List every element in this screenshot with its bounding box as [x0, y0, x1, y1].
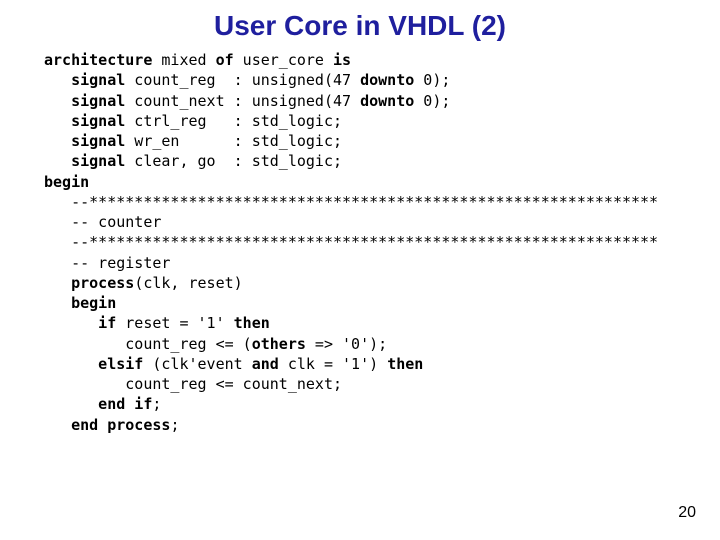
code-text: (clk'event [143, 355, 251, 373]
kw-signal: signal [44, 152, 125, 170]
code-text: ; [152, 395, 161, 413]
code-text: user_core [234, 51, 333, 69]
code-text: clear, go : std_logic; [125, 152, 342, 170]
code-text: count_next : unsigned(47 [125, 92, 360, 110]
kw-of: of [216, 51, 234, 69]
vhdl-code-block: architecture mixed of user_core is signa… [0, 50, 720, 435]
kw-then: then [387, 355, 423, 373]
kw-then: then [234, 314, 270, 332]
slide-title: User Core in VHDL (2) [0, 0, 720, 50]
code-text: ctrl_reg : std_logic; [125, 112, 342, 130]
code-text: 0); [414, 92, 450, 110]
kw-if: if [44, 314, 116, 332]
code-text: wr_en : std_logic; [125, 132, 342, 150]
kw-process: process [44, 274, 134, 292]
code-comment: --**************************************… [44, 233, 658, 251]
code-text: 0); [414, 71, 450, 89]
kw-architecture: architecture [44, 51, 152, 69]
code-comment: -- counter [44, 213, 161, 231]
kw-signal: signal [44, 112, 125, 130]
code-text: (clk, reset) [134, 274, 242, 292]
code-text: ; [170, 416, 179, 434]
code-text: count_reg <= count_next; [44, 375, 342, 393]
code-text: reset = '1' [116, 314, 233, 332]
kw-signal: signal [44, 92, 125, 110]
kw-end-if: end if [44, 395, 152, 413]
kw-others: others [252, 335, 306, 353]
code-text: => '0'); [306, 335, 387, 353]
kw-begin: begin [44, 294, 116, 312]
kw-is: is [333, 51, 351, 69]
code-comment: -- register [44, 254, 170, 272]
code-comment: --**************************************… [44, 193, 658, 211]
code-text: mixed [152, 51, 215, 69]
kw-downto: downto [360, 92, 414, 110]
kw-elsif: elsif [44, 355, 143, 373]
page-number: 20 [678, 504, 696, 522]
kw-end-process: end process [44, 416, 170, 434]
kw-and: and [252, 355, 279, 373]
code-text: clk = '1') [279, 355, 387, 373]
kw-signal: signal [44, 132, 125, 150]
kw-signal: signal [44, 71, 125, 89]
code-text: count_reg <= ( [44, 335, 252, 353]
code-text: count_reg : unsigned(47 [125, 71, 360, 89]
slide: User Core in VHDL (2) architecture mixed… [0, 0, 720, 540]
kw-downto: downto [360, 71, 414, 89]
kw-begin: begin [44, 173, 89, 191]
